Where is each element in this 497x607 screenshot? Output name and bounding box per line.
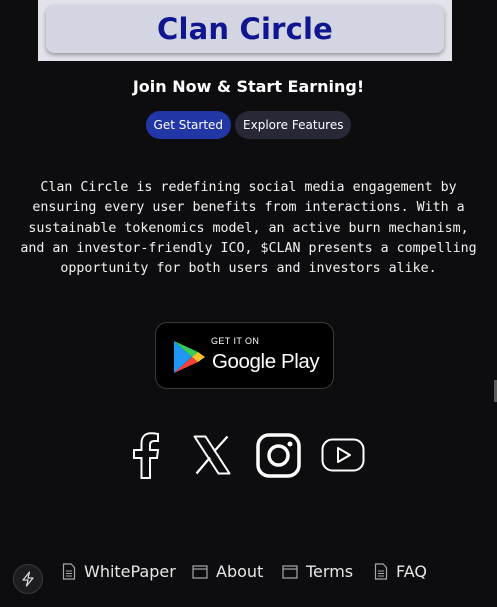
explore-features-button[interactable]: Explore Features — [235, 111, 352, 139]
x-icon[interactable] — [193, 435, 231, 475]
footer-link-label: Terms — [306, 562, 354, 581]
window-icon — [282, 564, 298, 579]
google-play-icon — [174, 341, 205, 373]
badge-small-text: GET IT ON — [211, 336, 260, 346]
window-icon — [192, 564, 208, 579]
footer-link-label: WhitePaper — [84, 562, 176, 581]
badge-store-name: Google Play — [212, 350, 320, 373]
page-title: Clan Circle — [156, 12, 334, 46]
footer-link-faq[interactable]: FAQ — [374, 562, 427, 581]
footer-link-label: About — [216, 562, 264, 581]
youtube-icon[interactable] — [321, 438, 365, 472]
description-text: Clan Circle is redefining social media e… — [20, 180, 477, 277]
footer-link-whitepaper[interactable]: WhitePaper — [62, 562, 176, 581]
document-icon — [62, 563, 76, 580]
footer-link-label: FAQ — [396, 562, 427, 581]
hero-button-row: Get Started Explore Features — [0, 111, 497, 139]
tagline: Join Now & Start Earning! — [132, 77, 365, 96]
footer-nav: WhitePaper About Terms FAQ — [0, 560, 497, 585]
facebook-icon[interactable] — [131, 432, 161, 479]
google-play-badge[interactable]: GET IT ON Google Play — [155, 322, 334, 389]
footer-link-about[interactable]: About — [192, 562, 263, 581]
footer-link-terms[interactable]: Terms — [282, 562, 353, 581]
get-started-button[interactable]: Get Started — [145, 111, 232, 139]
title-card: Clan Circle — [46, 5, 444, 53]
document-icon — [374, 563, 388, 580]
instagram-icon[interactable] — [256, 433, 301, 478]
